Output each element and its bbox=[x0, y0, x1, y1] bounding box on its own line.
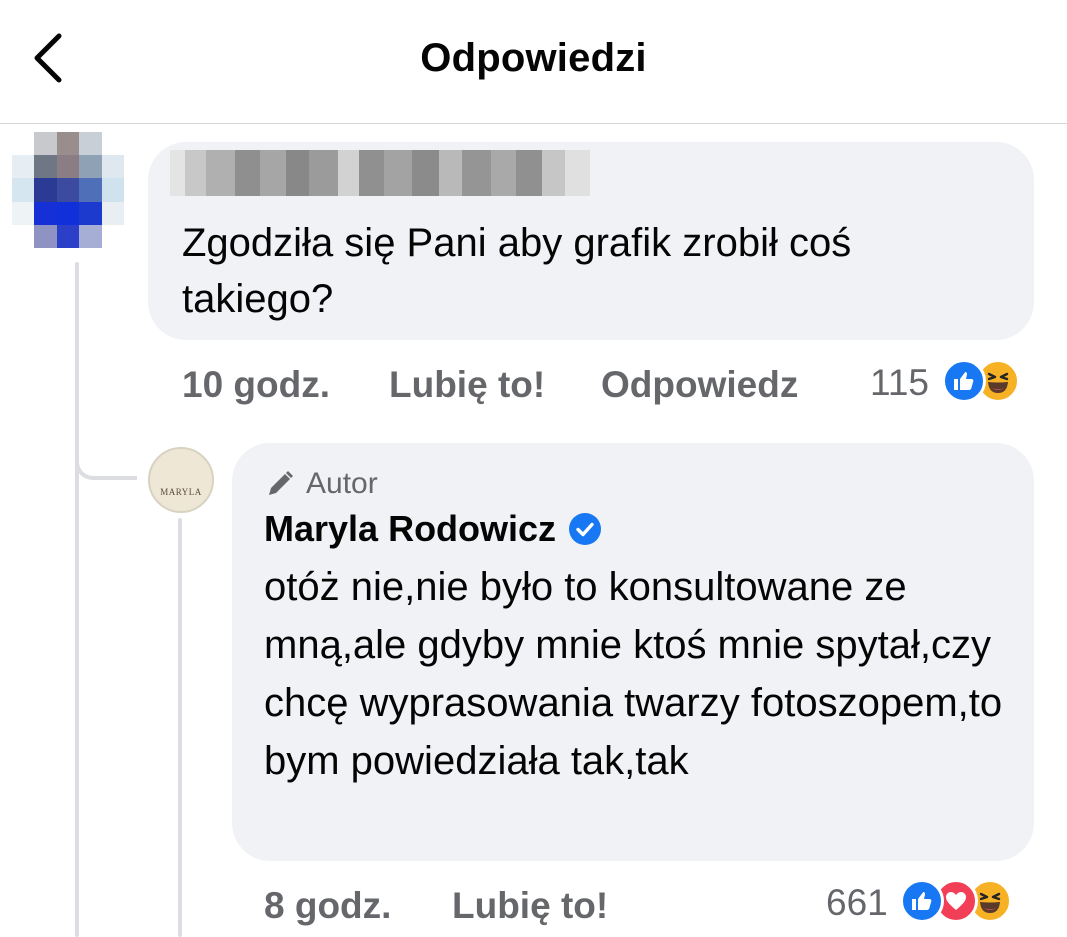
thread-connector bbox=[75, 440, 137, 480]
author-badge-label: Autor bbox=[306, 467, 378, 500]
reply-text: otóż nie,nie było to konsultowane ze mną… bbox=[264, 565, 1003, 783]
reply-like-button[interactable]: Lubię to! bbox=[452, 885, 608, 927]
like-icon bbox=[900, 879, 944, 923]
verified-badge-icon bbox=[569, 513, 602, 545]
reply-reactions[interactable] bbox=[900, 879, 1012, 923]
page-title: Odpowiedzi bbox=[420, 36, 647, 80]
thread-line bbox=[75, 262, 79, 937]
author-badge: Autor bbox=[264, 467, 378, 501]
commenter-avatar[interactable] bbox=[12, 132, 124, 248]
comment-text: Zgodziła się Pani aby grafik zrobił coś … bbox=[182, 221, 852, 321]
like-icon bbox=[942, 359, 986, 403]
comment-reaction-count[interactable]: 115 bbox=[870, 362, 929, 404]
comment-time[interactable]: 10 godz. bbox=[182, 364, 330, 406]
reply-author-label: Maryla Rodowicz bbox=[264, 508, 557, 549]
reply-time[interactable]: 8 godz. bbox=[264, 885, 391, 927]
reply-time-label: 8 godz. bbox=[264, 885, 392, 926]
comment-like-button[interactable]: Lubię to! bbox=[389, 364, 545, 406]
comment-reactions[interactable] bbox=[942, 359, 1020, 403]
header-bar: Odpowiedzi bbox=[0, 0, 1067, 124]
commenter-name-blurred[interactable] bbox=[170, 150, 590, 196]
pencil-icon bbox=[269, 471, 293, 495]
comment-time-label: 10 godz. bbox=[182, 364, 331, 405]
comment-reply-button[interactable]: Odpowiedz bbox=[601, 364, 798, 406]
reply-thread-line bbox=[178, 518, 182, 937]
author-avatar[interactable]: MARYLA bbox=[148, 447, 214, 513]
author-avatar-logo-text: MARYLA bbox=[160, 487, 202, 497]
reply-reaction-count[interactable]: 661 bbox=[826, 882, 888, 924]
reply-author-name[interactable]: Maryla Rodowicz bbox=[264, 508, 602, 550]
